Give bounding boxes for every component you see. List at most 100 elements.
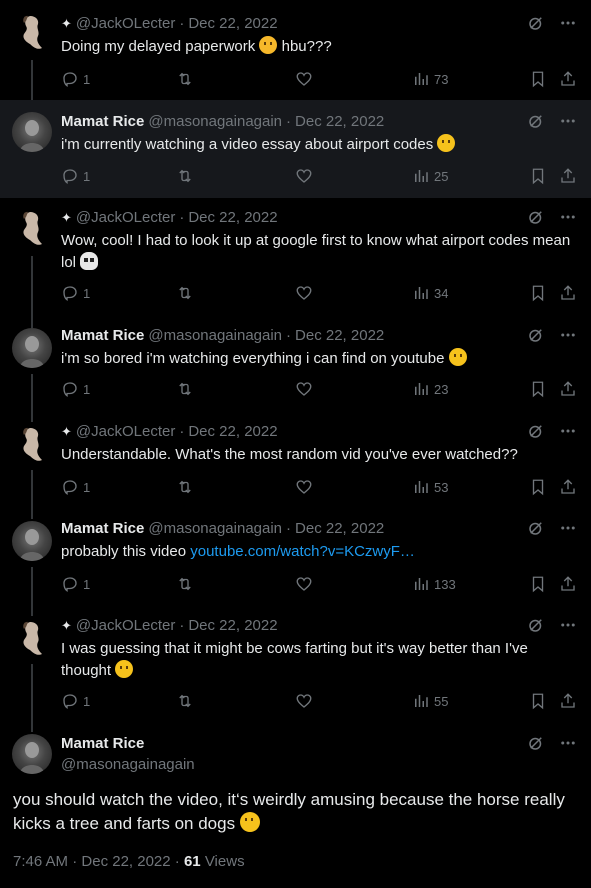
bookmark-button[interactable]	[529, 380, 547, 398]
views-button[interactable]: 25	[412, 167, 448, 185]
tweet-date[interactable]: Dec 22, 2022	[295, 326, 384, 346]
more-icon[interactable]	[559, 208, 577, 226]
views-button[interactable]: 133	[412, 575, 456, 593]
retweet-button[interactable]	[176, 478, 194, 496]
retweet-button[interactable]	[176, 692, 194, 710]
like-button[interactable]	[295, 478, 313, 496]
author-handle[interactable]: @JackOLecter	[76, 422, 175, 442]
bookmark-button[interactable]	[529, 692, 547, 710]
avatar[interactable]	[12, 424, 52, 464]
tweet-date[interactable]: Dec 22, 2022	[188, 422, 277, 442]
avatar[interactable]	[12, 112, 52, 152]
share-button[interactable]	[559, 167, 577, 185]
tweet-date[interactable]: Dec 22, 2022	[188, 616, 277, 636]
grok-icon[interactable]	[527, 14, 545, 32]
like-button[interactable]	[295, 380, 313, 398]
grok-icon[interactable]	[527, 616, 545, 634]
grok-icon[interactable]	[527, 422, 545, 440]
reply-tweet[interactable]: Mamat Rice @masonagainagain · Dec 22, 20…	[0, 314, 591, 412]
retweet-button[interactable]	[176, 284, 194, 302]
share-button[interactable]	[559, 70, 577, 88]
grok-icon[interactable]	[527, 734, 545, 752]
retweet-button[interactable]	[176, 70, 194, 88]
more-icon[interactable]	[559, 519, 577, 537]
share-button[interactable]	[559, 284, 577, 302]
author-handle[interactable]: @JackOLecter	[76, 14, 175, 34]
share-button[interactable]	[559, 692, 577, 710]
views-button[interactable]: 55	[412, 692, 448, 710]
author-name[interactable]: Mamat Rice	[61, 735, 579, 752]
reply-button[interactable]: 1	[61, 284, 90, 302]
bookmark-button[interactable]	[529, 478, 547, 496]
grok-icon[interactable]	[527, 208, 545, 226]
reply-tweet[interactable]: ✦ @JackOLecter · Dec 22, 2022 Understand…	[0, 412, 591, 509]
separator-dot: ·	[286, 113, 292, 130]
bookmark-button[interactable]	[529, 167, 547, 185]
retweet-button[interactable]	[176, 380, 194, 398]
author-handle[interactable]: @masonagainagain	[61, 756, 579, 773]
like-button[interactable]	[295, 284, 313, 302]
views-button[interactable]: 23	[412, 380, 448, 398]
like-button[interactable]	[295, 70, 313, 88]
tweet-date[interactable]: Dec 22, 2022	[81, 853, 170, 870]
grok-icon[interactable]	[527, 112, 545, 130]
more-icon[interactable]	[559, 734, 577, 752]
video-link[interactable]: youtube.com/watch?v=KCzwyF…	[190, 543, 415, 560]
reply-tweet[interactable]: Mamat Rice @masonagainagain · Dec 22, 20…	[0, 100, 591, 198]
reply-button[interactable]: 1	[61, 575, 90, 593]
views-button[interactable]: 73	[412, 70, 448, 88]
author-handle[interactable]: @masonagainagain	[148, 519, 282, 539]
bookmark-button[interactable]	[529, 284, 547, 302]
more-icon[interactable]	[559, 616, 577, 634]
reply-tweet[interactable]: ✦ @JackOLecter · Dec 22, 2022 Doing my d…	[0, 0, 591, 100]
author-name[interactable]: Mamat Rice	[61, 112, 144, 132]
grok-icon[interactable]	[527, 519, 545, 537]
views-button[interactable]: 53	[412, 478, 448, 496]
retweet-button[interactable]	[176, 575, 194, 593]
views-count: 25	[434, 168, 449, 184]
tweet-date[interactable]: Dec 22, 2022	[295, 112, 384, 132]
like-button[interactable]	[295, 167, 313, 185]
tweet-top-icons	[527, 326, 577, 344]
share-button[interactable]	[559, 478, 577, 496]
reply-tweet[interactable]: ✦ @JackOLecter · Dec 22, 2022 Wow, cool!…	[0, 198, 591, 316]
bookmark-button[interactable]	[529, 575, 547, 593]
more-icon[interactable]	[559, 14, 577, 32]
tweet-date[interactable]: Dec 22, 2022	[188, 208, 277, 228]
reply-button[interactable]: 1	[61, 692, 90, 710]
share-button[interactable]	[559, 575, 577, 593]
more-icon[interactable]	[559, 326, 577, 344]
avatar[interactable]	[12, 328, 52, 368]
reply-button[interactable]: 1	[61, 380, 90, 398]
share-button[interactable]	[559, 380, 577, 398]
more-icon[interactable]	[559, 422, 577, 440]
reply-tweet[interactable]: Mamat Rice @masonagainagain · Dec 22, 20…	[0, 509, 591, 606]
author-handle[interactable]: @masonagainagain	[148, 112, 282, 132]
bookmark-button[interactable]	[529, 70, 547, 88]
reply-button[interactable]: 1	[61, 70, 90, 88]
tweet-date[interactable]: Dec 22, 2022	[295, 519, 384, 539]
reply-button[interactable]: 1	[61, 478, 90, 496]
more-icon[interactable]	[559, 112, 577, 130]
thread-line	[31, 567, 33, 606]
avatar[interactable]	[12, 521, 52, 561]
avatar[interactable]	[12, 734, 52, 774]
grok-icon[interactable]	[527, 326, 545, 344]
reply-tweet[interactable]: ✦ @JackOLecter · Dec 22, 2022 I was gues…	[0, 606, 591, 724]
views-button[interactable]: 34	[412, 284, 448, 302]
tweet-time[interactable]: 7:46 AM	[13, 853, 68, 870]
avatar[interactable]	[12, 618, 52, 658]
author-name[interactable]: Mamat Rice	[61, 326, 144, 346]
avatar[interactable]	[12, 208, 52, 248]
like-button[interactable]	[295, 575, 313, 593]
tweet-date[interactable]: Dec 22, 2022	[188, 14, 277, 34]
retweet-icon	[176, 478, 194, 496]
author-name[interactable]: Mamat Rice	[61, 519, 144, 539]
retweet-button[interactable]	[176, 167, 194, 185]
like-button[interactable]	[295, 692, 313, 710]
author-handle[interactable]: @JackOLecter	[76, 616, 175, 636]
reply-button[interactable]: 1	[61, 167, 90, 185]
author-handle[interactable]: @JackOLecter	[76, 208, 175, 228]
avatar[interactable]	[12, 12, 52, 52]
author-handle[interactable]: @masonagainagain	[148, 326, 282, 346]
